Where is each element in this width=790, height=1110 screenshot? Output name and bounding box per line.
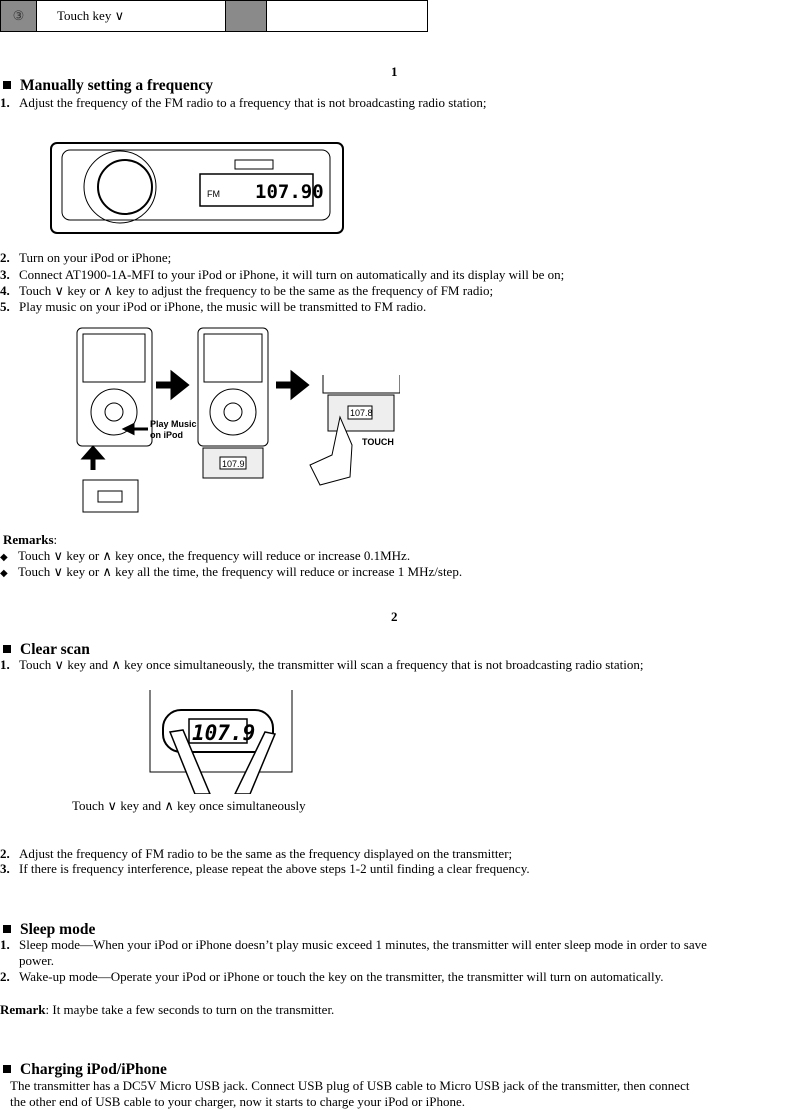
- step-continued: power.: [19, 953, 55, 968]
- transmitter-display: 107.9: [222, 459, 245, 469]
- remarks-label: Remarks:: [3, 532, 58, 547]
- step: 1. Adjust the frequency of the FM radio t…: [0, 95, 487, 110]
- step: 2. Adjust the frequency of FM radio to be…: [0, 846, 513, 861]
- remark: Remark: It maybe take a few seconds to t…: [0, 1002, 335, 1017]
- step-number: ③: [0, 0, 37, 32]
- remark-item: ◆ Touch ∨ key or ∧ key all the time, the …: [0, 564, 463, 579]
- paragraph-line: the other end of USB cable to your charg…: [10, 1094, 465, 1109]
- radio-band: FM: [207, 189, 220, 199]
- step: 1. Sleep mode—When your iPod or iPhone do…: [0, 937, 707, 952]
- clear-scan-figure: 107.9: [149, 690, 293, 794]
- step: 2. Turn on your iPod or iPhone;: [0, 250, 172, 265]
- section-heading: Sleep mode: [0, 922, 95, 938]
- figure-caption: Touch ∨ key and ∧ key once simultaneousl…: [72, 798, 306, 813]
- transmitter-display: 107.8: [350, 408, 373, 418]
- touch-label: TOUCH: [362, 437, 394, 447]
- car-radio-figure: FM 107.90: [50, 142, 344, 234]
- section-heading: Manually setting a frequency: [0, 78, 213, 94]
- ipod-connection-figure: Play Music on iPod 107.9 107.8 TOUCH: [76, 327, 400, 513]
- key-table: ③ Touch key ∨: [0, 0, 428, 32]
- step: 3. Connect AT1900-1A-MFI to your iPod or …: [0, 267, 565, 282]
- section-heading: Charging iPod/iPhone: [0, 1062, 167, 1078]
- step: 3. If there is frequency interference, pl…: [0, 861, 530, 876]
- key-label: Touch key ∨: [36, 0, 226, 32]
- section-heading: Clear scan: [0, 642, 90, 658]
- step: 1. Touch ∨ key and ∧ key once simultaneou…: [0, 657, 644, 672]
- step: 4. Touch ∨ key or ∧ key to adjust the fre…: [0, 283, 494, 298]
- play-music-label: Play Music: [150, 419, 197, 429]
- page-number: 1: [391, 64, 398, 79]
- key-image-cell: [225, 0, 267, 32]
- on-ipod-label: on iPod: [150, 430, 183, 440]
- radio-frequency: 107.90: [255, 181, 324, 203]
- transmitter-display: 107.9: [192, 721, 255, 745]
- page-number: 2: [391, 609, 398, 624]
- empty-cell: [266, 0, 428, 32]
- step: 2. Wake-up mode—Operate your iPod or iPho…: [0, 969, 664, 984]
- step: 5. Play music on your iPod or iPhone, the…: [0, 299, 427, 314]
- paragraph-line: The transmitter has a DC5V Micro USB jac…: [10, 1078, 690, 1093]
